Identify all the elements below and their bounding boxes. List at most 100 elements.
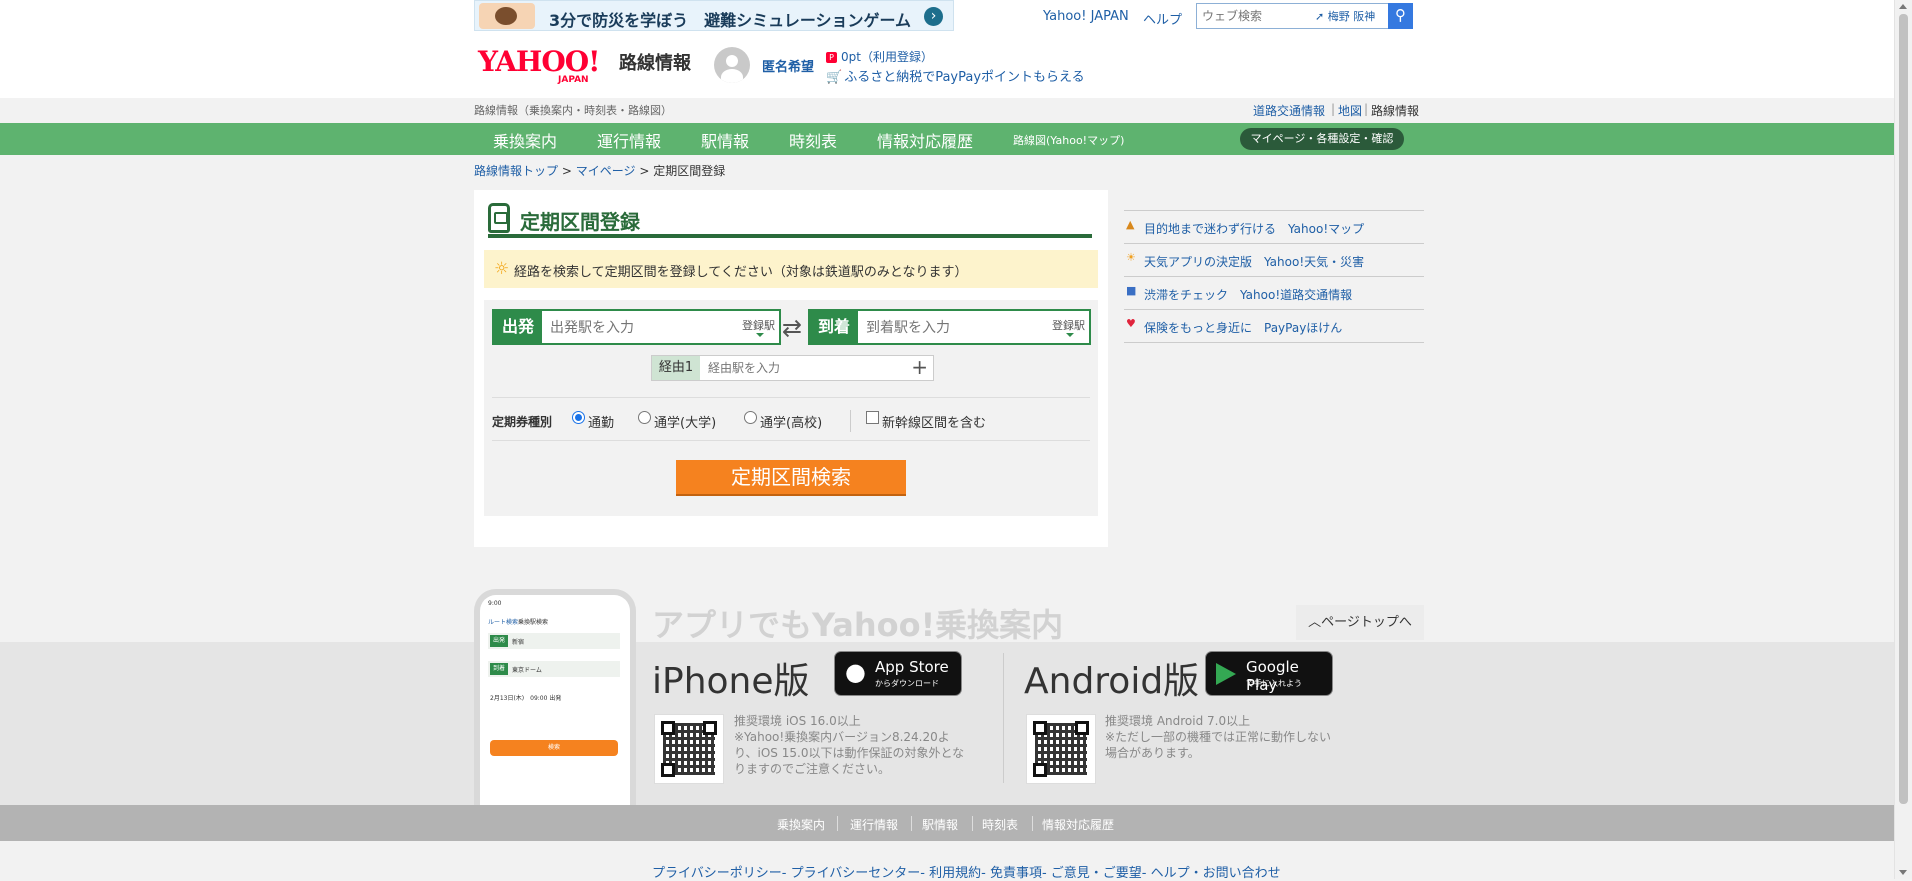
web-search-input[interactable] xyxy=(1200,6,1312,26)
footer-timetable[interactable]: 時刻表 xyxy=(982,816,1018,833)
from-station-input[interactable] xyxy=(548,317,730,339)
disaster-game-banner[interactable]: 3分で防災を学ぼう 避難シミュレーションゲーム › xyxy=(474,0,954,31)
divider: | xyxy=(1331,102,1336,116)
phone-from-tag: 出発 xyxy=(490,635,508,647)
weather-icon: ☀ xyxy=(1126,251,1136,264)
ios-requirements: 推奨環境 iOS 16.0以上 ※Yahoo!乗換案内バージョン8.24.20よ… xyxy=(734,713,964,777)
shinkansen-label[interactable]: 新幹線区間を含む xyxy=(882,412,986,431)
radio-highschool-label[interactable]: 通学(高校) xyxy=(760,412,822,431)
points-text: 0pt（利用登録） xyxy=(841,50,933,64)
road-traffic-link[interactable]: 道路交通情報 xyxy=(1253,102,1325,119)
phone-to: 東京ドーム xyxy=(512,667,542,674)
nav-station-info[interactable]: 駅情報 xyxy=(701,128,749,152)
ios-note-line: り、iOS 15.0以下は動作保証の対象外とな xyxy=(734,746,965,760)
page-top-button[interactable]: ︿ページトップへ xyxy=(1296,605,1424,640)
radio-commute-label[interactable]: 通勤 xyxy=(588,412,614,431)
divider xyxy=(911,816,912,831)
from-station-field: 出発 登録駅 xyxy=(492,309,781,345)
yahoo-japan-link[interactable]: Yahoo! JAPAN xyxy=(1043,9,1129,24)
help-link[interactable]: ヘルプ xyxy=(1143,9,1182,28)
radio-commute[interactable] xyxy=(572,411,585,424)
to-label: 到着 xyxy=(810,311,858,343)
mypage-settings-button[interactable]: マイページ・各種設定・確認 xyxy=(1240,128,1404,150)
footer-service-status[interactable]: 運行情報 xyxy=(850,816,898,833)
scroll-up-icon[interactable] xyxy=(1899,4,1907,9)
from-registered-dropdown[interactable]: 登録駅 xyxy=(742,317,775,337)
qr-corner xyxy=(1033,763,1047,777)
side-link-list: ▲ 目的地まで迷わず行ける Yahoo!マップ ☀ 天気アプリの決定版 Yaho… xyxy=(1124,210,1424,343)
breadcrumb-sep: > xyxy=(639,164,650,178)
search-icon: ⚲ xyxy=(1395,6,1406,24)
footer-history[interactable]: 情報対応履歴 xyxy=(1042,816,1114,833)
side-link-traffic[interactable]: ■ 渋滞をチェック Yahoo!道路交通情報 xyxy=(1124,276,1424,309)
logo-subtext: JAPAN xyxy=(558,75,589,85)
divider xyxy=(492,440,1090,441)
nav-transfer[interactable]: 乗換案内 xyxy=(493,128,557,152)
location-label[interactable]: ➚ 梅野 阪神 xyxy=(1315,8,1375,24)
swap-icon[interactable]: ⇄ xyxy=(782,314,802,342)
username[interactable]: 匿名希望 xyxy=(762,56,814,75)
app-store-button[interactable]: ● App Store からダウンロード xyxy=(834,651,962,696)
scrollbar-thumb[interactable] xyxy=(1899,14,1908,804)
furusato-text: ふるさと納税でPayPayポイントもらえる xyxy=(844,70,1085,85)
footer-links[interactable]: プライバシーポリシー- プライバシーセンター- 利用規約- 免責事項- ご意見・… xyxy=(652,862,1281,881)
app-heading: アプリでもYahoo!乗換案内 xyxy=(652,606,1064,644)
side-link-weather[interactable]: ☀ 天気アプリの決定版 Yahoo!天気・災害 xyxy=(1124,243,1424,276)
phone-time: 9:00 xyxy=(488,600,502,607)
app-store-sublabel: からダウンロード xyxy=(875,679,939,688)
paypay-icon: P xyxy=(826,52,837,63)
search-button[interactable]: ⚲ xyxy=(1388,3,1413,29)
points-link[interactable]: P 0pt（利用登録） xyxy=(826,48,933,65)
global-nav: 乗換案内 運行情報 駅情報 時刻表 情報対応履歴 路線図(Yahoo!マップ) … xyxy=(0,123,1895,155)
breadcrumb-mypage[interactable]: マイページ xyxy=(576,164,636,178)
lightbulb-icon: ☼ xyxy=(494,259,510,279)
footer-transfer[interactable]: 乗換案内 xyxy=(777,816,825,833)
footer-station-info[interactable]: 駅情報 xyxy=(922,816,958,833)
scroll-down-icon[interactable] xyxy=(1899,870,1907,875)
yahoo-logo[interactable]: YAHOO! JAPAN xyxy=(478,45,600,85)
google-play-button[interactable]: Google Play で手に入れよう xyxy=(1205,651,1333,696)
route-info-link[interactable]: 路線情報 xyxy=(1371,102,1419,119)
radio-highschool[interactable] xyxy=(744,411,757,424)
banner-character-icon xyxy=(479,3,535,29)
divider: | xyxy=(1364,102,1369,116)
page-subtitle: 路線情報（乗換案内・時刻表・路線図） xyxy=(474,104,672,117)
qr-corner xyxy=(661,721,675,735)
android-req-line: 推奨環境 Android 7.0以上 xyxy=(1105,714,1251,728)
avatar[interactable] xyxy=(714,47,750,83)
map-link[interactable]: 地図 xyxy=(1338,102,1362,119)
pass-type-label: 定期券種別 xyxy=(492,415,553,429)
banner-text: 3分で防災を学ぼう 避難シミュレーションゲーム xyxy=(549,11,912,30)
side-link-text: 保険をもっと身近に PayPayほけん xyxy=(1144,321,1343,335)
furusato-link[interactable]: 🛒 ふるさと納税でPayPayポイントもらえる xyxy=(826,66,1085,85)
shinkansen-checkbox[interactable] xyxy=(866,411,879,424)
side-link-insurance[interactable]: ♥ 保険をもっと身近に PayPayほけん xyxy=(1124,309,1424,343)
location-arrow-icon: ➚ xyxy=(1315,10,1325,23)
notice-text: 経路を検索して定期区間を登録してください（対象は鉄道駅のみとなります） xyxy=(514,265,968,280)
add-via-icon[interactable]: + xyxy=(911,355,928,379)
radio-university-label[interactable]: 通学(大学) xyxy=(654,412,716,431)
breadcrumb-top[interactable]: 路線情報トップ xyxy=(474,164,558,178)
android-note-line: 場合があります。 xyxy=(1105,746,1200,760)
nav-timetable[interactable]: 時刻表 xyxy=(789,128,837,152)
apple-icon: ● xyxy=(845,658,866,686)
to-registered-dropdown[interactable]: 登録駅 xyxy=(1052,317,1085,337)
radio-university[interactable] xyxy=(638,411,651,424)
to-station-field: 到着 登録駅 xyxy=(808,309,1091,345)
chevron-right-icon: › xyxy=(924,7,943,26)
pass-type-row: 定期券種別 通勤 通学(大学) 通学(高校) 新幹線区間を含む xyxy=(492,410,1090,432)
qr-corner xyxy=(661,763,675,777)
via-station-input[interactable] xyxy=(706,359,900,377)
to-station-input[interactable] xyxy=(864,317,1046,339)
side-link-map[interactable]: ▲ 目的地まで迷わず行ける Yahoo!マップ xyxy=(1124,210,1424,243)
divider xyxy=(1032,816,1033,831)
divider xyxy=(1003,653,1004,783)
nav-service-status[interactable]: 運行情報 xyxy=(597,128,661,152)
footer-nav: 乗換案内 運行情報 駅情報 時刻表 情報対応履歴 xyxy=(0,805,1895,841)
app-store-label: App Store xyxy=(875,658,949,676)
nav-history[interactable]: 情報対応履歴 xyxy=(877,128,973,152)
pass-search-button[interactable]: 定期区間検索 xyxy=(676,460,906,496)
scrollbar[interactable] xyxy=(1894,0,1912,879)
breadcrumb-current: 定期区間登録 xyxy=(653,164,726,178)
nav-route-map[interactable]: 路線図(Yahoo!マップ) xyxy=(1013,132,1124,148)
